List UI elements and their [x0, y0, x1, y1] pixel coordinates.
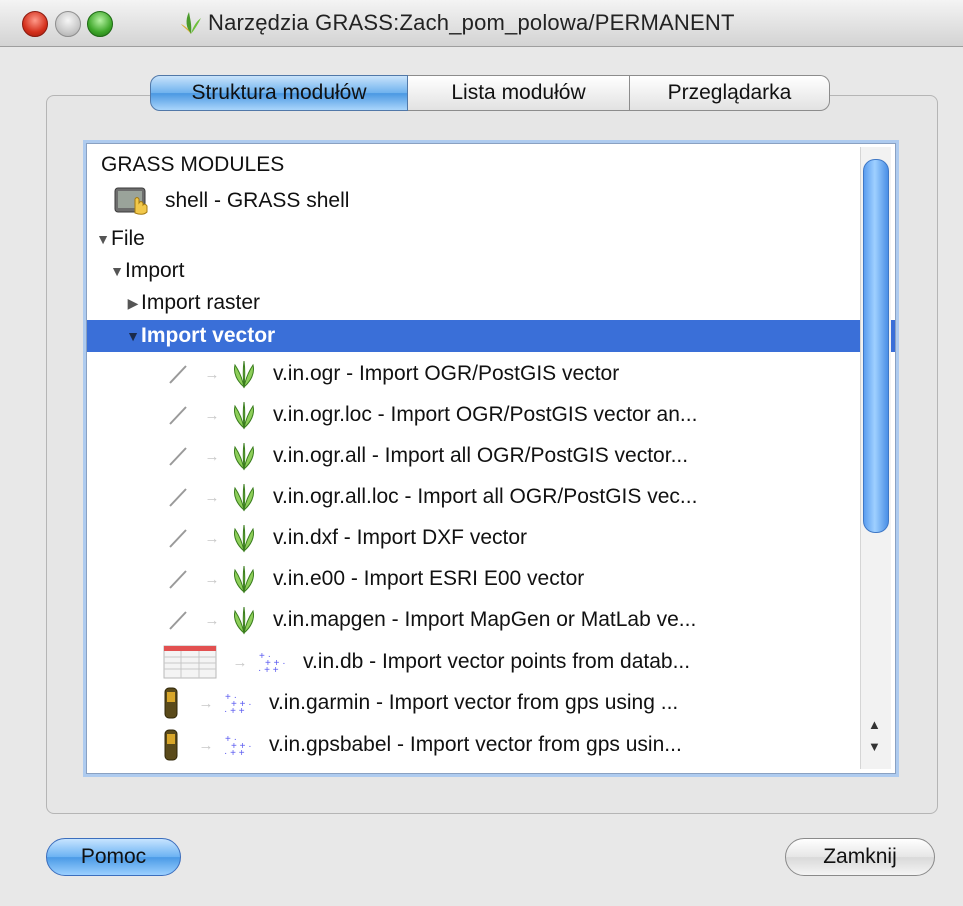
arrow-right-icon: → [204, 570, 220, 588]
disclosure-triangle-open-icon[interactable]: ▼ [95, 231, 111, 247]
grass-tools-window: Narzędzia GRASS:Zach_pom_polowa/PERMANEN… [0, 0, 963, 906]
points-icon: + · + + · · + + [224, 734, 251, 758]
grass-vector-icon [234, 606, 254, 635]
arrow-right-icon: → [204, 488, 220, 506]
close-button[interactable]: Zamknij [785, 838, 935, 876]
arrow-right-icon: → [198, 736, 214, 754]
grass-vector-icon [234, 401, 254, 430]
shell-icon [114, 187, 148, 215]
tree-item-import[interactable]: ▼ Import [87, 255, 885, 287]
tree-item-root[interactable]: GRASS MODULES [87, 149, 877, 181]
tree-item-label: GRASS MODULES [101, 153, 285, 176]
tree-item-module[interactable]: → v.in.ogr - Import OGR/PostGIS vector [87, 358, 895, 390]
tree-item-label: v.in.dxf - Import DXF vector [273, 526, 527, 549]
gps-icon [164, 687, 178, 719]
disclosure-triangle-closed-icon[interactable]: ▶ [125, 295, 141, 312]
tree-item-label: v.in.db - Import vector points from data… [303, 650, 691, 673]
tree-item-label: v.in.gpsbabel - Import vector from gps u… [269, 733, 682, 756]
tree-item-module[interactable]: → v.in.ogr.all.loc - Import all OGR/Post… [87, 481, 895, 513]
points-icon: + · + + · · + + [224, 692, 251, 716]
tree-item-label: v.in.mapgen - Import MapGen or MatLab ve… [273, 608, 697, 631]
tree-item-label: v.in.garmin - Import vector from gps usi… [269, 691, 679, 714]
tree-item-label: Import [125, 259, 185, 282]
tab-browser[interactable]: Przeglądarka [630, 75, 830, 111]
vector-line-icon [169, 488, 187, 507]
arrow-right-icon: → [204, 529, 220, 547]
tree-item-label: v.in.ogr - Import OGR/PostGIS vector [273, 362, 620, 385]
disclosure-triangle-open-icon[interactable]: ▼ [109, 263, 125, 279]
arrow-right-icon: → [204, 406, 220, 424]
tab-module-list[interactable]: Lista modułów [408, 75, 630, 111]
scroll-up-arrow-icon[interactable]: ▲ [868, 717, 881, 732]
svg-text:· + +: · + + [258, 665, 279, 675]
tree-item-module[interactable]: → v.in.e00 - Import ESRI E00 vector [87, 563, 895, 595]
vector-line-icon [169, 570, 187, 589]
vector-line-icon [169, 365, 187, 384]
tree-item-module[interactable]: → + · + + · · + + v.in.gpsbabel - Import… [87, 729, 895, 761]
vertical-scrollbar[interactable]: ▲ ▼ [860, 147, 891, 769]
arrow-right-icon: → [204, 611, 220, 629]
vector-line-icon [169, 529, 187, 548]
tree-item-module[interactable]: → + · + + · · + + v.in.garmin - Import v… [87, 687, 895, 719]
points-icon: + · + + · · + + [258, 651, 285, 675]
vector-line-icon [169, 447, 187, 466]
tree-item-label: File [111, 227, 145, 250]
tab-module-tree[interactable]: Struktura modułów [150, 75, 408, 111]
tree-item-module[interactable]: → v.in.mapgen - Import MapGen or MatLab … [87, 604, 895, 636]
vector-line-icon [169, 406, 187, 425]
scrollbar-thumb[interactable] [863, 159, 889, 533]
grass-vector-icon [234, 360, 254, 389]
minimize-window-button[interactable] [55, 11, 81, 37]
arrow-right-icon: → [204, 447, 220, 465]
tree-item-label: v.in.ogr.all - Import all OGR/PostGIS ve… [273, 444, 689, 467]
grass-vector-icon [234, 524, 254, 553]
help-button[interactable]: Pomoc [46, 838, 181, 876]
arrow-right-icon: → [204, 365, 220, 383]
grass-vector-icon [234, 565, 254, 594]
tree-item-shell[interactable]: shell - GRASS shell [87, 185, 889, 217]
zoom-window-button[interactable] [87, 11, 113, 37]
svg-text:· + +: · + + [224, 748, 245, 758]
arrow-right-icon: → [232, 653, 248, 671]
tree-item-label: v.in.ogr.all.loc - Import all OGR/PostGI… [273, 485, 698, 508]
grass-logo-icon [181, 12, 201, 34]
tab-bar: Struktura modułów Lista modułów Przegląd… [150, 75, 830, 113]
window-title-text: Narzędzia GRASS:Zach_pom_polowa/PERMANEN… [208, 10, 735, 35]
module-tree[interactable]: GRASS MODULES shell - GRASS shell ▼ File… [86, 143, 896, 774]
grass-vector-icon [234, 442, 254, 471]
tree-item-module[interactable]: → + · + + · · + + v.in.db - Import vecto… [87, 645, 895, 679]
tree-item-import-vector[interactable]: ▼ Import vector [87, 320, 895, 352]
tree-item-label: v.in.e00 - Import ESRI E00 vector [273, 567, 585, 590]
gps-icon [164, 729, 178, 761]
tree-item-label: Import vector [141, 324, 276, 347]
grass-vector-icon [234, 483, 254, 512]
close-window-button[interactable] [22, 11, 48, 37]
tree-item-file[interactable]: ▼ File [87, 223, 871, 255]
tree-item-module[interactable]: → v.in.ogr.loc - Import OGR/PostGIS vect… [87, 399, 895, 431]
tree-item-label: v.in.ogr.loc - Import OGR/PostGIS vector… [273, 403, 698, 426]
scroll-down-arrow-icon[interactable]: ▼ [868, 739, 881, 754]
table-icon [163, 645, 217, 679]
vector-line-icon [169, 611, 187, 630]
tree-item-label: Import raster [141, 291, 261, 314]
tree-item-import-raster[interactable]: ▶ Import raster [87, 287, 895, 319]
title-bar: Narzędzia GRASS:Zach_pom_polowa/PERMANEN… [0, 0, 963, 47]
tree-item-label: shell - GRASS shell [165, 189, 350, 212]
window-title: Narzędzia GRASS:Zach_pom_polowa/PERMANEN… [180, 9, 735, 37]
svg-text:· + +: · + + [224, 706, 245, 716]
tree-item-module[interactable]: → v.in.ogr.all - Import all OGR/PostGIS … [87, 440, 895, 472]
tree-item-module[interactable]: → v.in.dxf - Import DXF vector [87, 522, 895, 554]
disclosure-triangle-open-icon[interactable]: ▼ [125, 328, 141, 344]
arrow-right-icon: → [198, 694, 214, 712]
